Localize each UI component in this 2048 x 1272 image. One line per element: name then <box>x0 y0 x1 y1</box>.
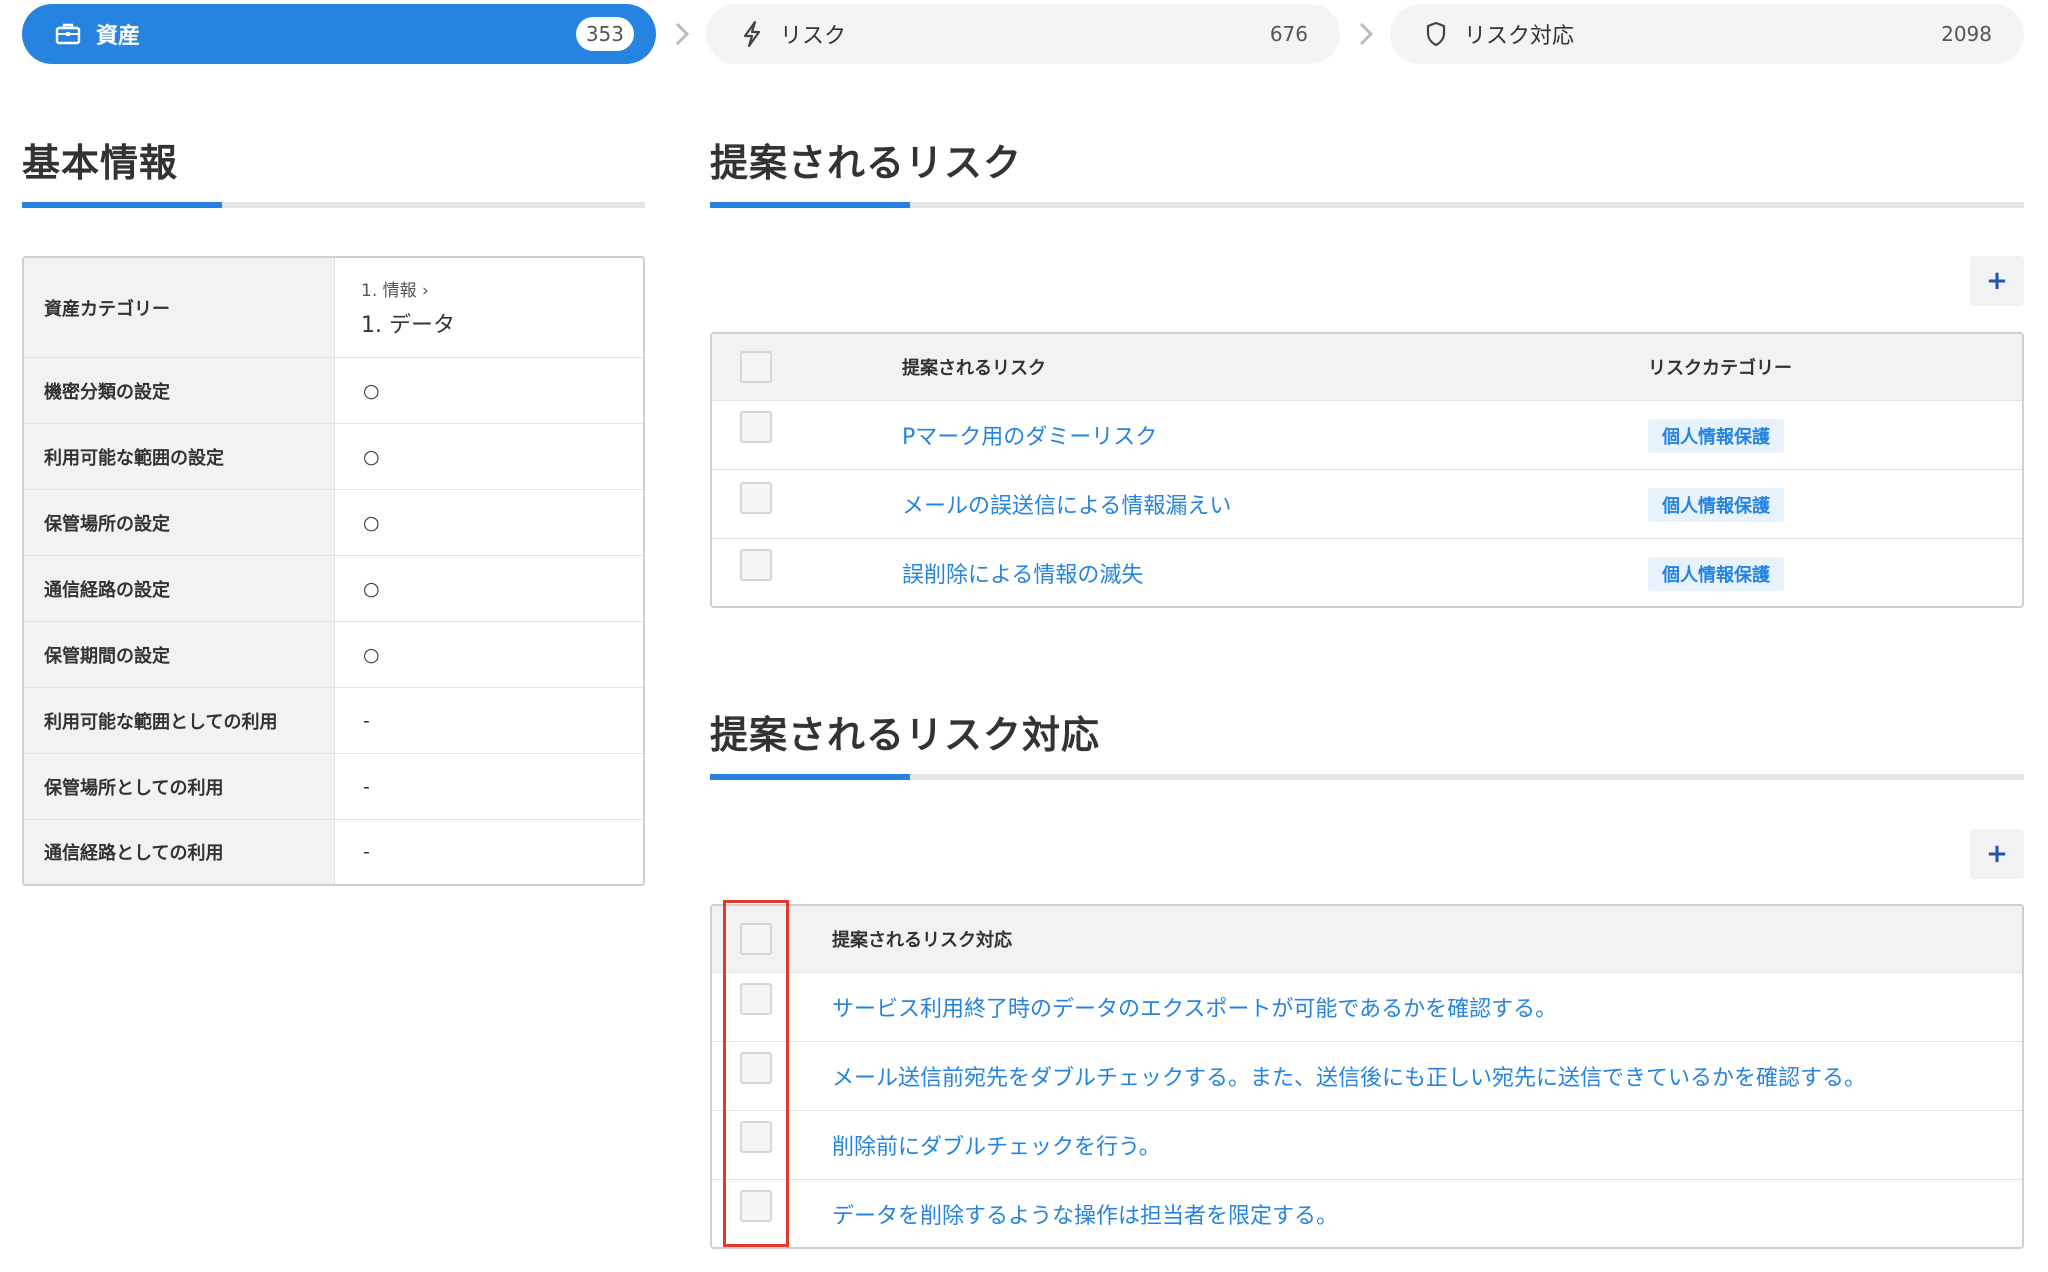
info-row: 資産カテゴリー 1. 情報 › 1. データ <box>24 258 643 357</box>
step-count-badge: 353 <box>575 17 634 51</box>
row-checkbox[interactable] <box>740 549 772 581</box>
table-row: メールの誤送信による情報漏えい 個人情報保護 <box>712 469 2022 538</box>
chevron-right-icon: › <box>422 281 429 301</box>
measure-link[interactable]: データを削除するような操作は担当者を限定する。 <box>832 1198 1338 1230</box>
table-row: データを削除するような操作は担当者を限定する。 <box>712 1179 2022 1247</box>
step-label: 資産 <box>96 24 141 49</box>
risk-link[interactable]: メールの誤送信による情報漏えい <box>902 488 1231 520</box>
info-value: ○ <box>334 424 643 489</box>
info-row: 通信経路としての利用 - <box>24 819 643 884</box>
category-parent: 1. 情報 <box>361 281 417 301</box>
info-value: - <box>334 688 643 753</box>
risk-link[interactable]: 誤削除による情報の滅失 <box>902 557 1143 589</box>
info-key: 利用可能な範囲の設定 <box>24 424 334 489</box>
info-key: 保管場所の設定 <box>24 490 334 555</box>
info-row: 保管場所の設定 ○ <box>24 489 643 555</box>
row-checkbox[interactable] <box>740 411 772 443</box>
add-measure-button[interactable]: + <box>1970 829 2024 879</box>
step-label: リスク <box>780 24 847 49</box>
suggested-measures-title: 提案されるリスク対応 <box>710 713 1101 757</box>
section-divider <box>22 202 645 208</box>
table-header-row: 提案されるリスク リスクカテゴリー <box>712 334 2022 400</box>
briefcase-icon <box>54 20 82 48</box>
category-value: 1. データ <box>361 313 455 338</box>
info-key: 資産カテゴリー <box>24 258 334 357</box>
measure-link[interactable]: サービス利用終了時のデータのエクスポートが可能であるかを確認する。 <box>832 991 1557 1023</box>
category-tag: 個人情報保護 <box>1648 419 1784 453</box>
step-label: リスク対応 <box>1464 24 1575 49</box>
column-header: 提案されるリスク対応 <box>832 930 1012 951</box>
shield-icon <box>1422 20 1450 48</box>
info-row: 機密分類の設定 ○ <box>24 357 643 423</box>
info-row: 利用可能な範囲としての利用 - <box>24 687 643 753</box>
info-key: 保管場所としての利用 <box>24 754 334 819</box>
basic-info-table: 資産カテゴリー 1. 情報 › 1. データ 機密分類の設定 ○ 利用可能な範囲… <box>22 256 645 886</box>
add-risk-button[interactable]: + <box>1970 256 2024 306</box>
chevron-right-icon <box>1359 22 1374 46</box>
suggested-risks-table: 提案されるリスク リスクカテゴリー Pマーク用のダミーリスク 個人情報保護 メー… <box>710 332 2024 608</box>
table-header-row: 提案されるリスク対応 <box>712 906 2022 972</box>
table-row: サービス利用終了時のデータのエクスポートが可能であるかを確認する。 <box>712 972 2022 1041</box>
basic-info-title: 基本情報 <box>22 141 179 185</box>
info-row: 保管場所としての利用 - <box>24 753 643 819</box>
info-value: - <box>334 754 643 819</box>
measure-link[interactable]: 削除前にダブルチェックを行う。 <box>832 1129 1161 1161</box>
info-row: 保管期間の設定 ○ <box>24 621 643 687</box>
row-checkbox[interactable] <box>740 482 772 514</box>
info-key: 機密分類の設定 <box>24 358 334 423</box>
step-count-badge: 676 <box>1269 22 1308 46</box>
table-row: Pマーク用のダミーリスク 個人情報保護 <box>712 400 2022 469</box>
risk-link[interactable]: Pマーク用のダミーリスク <box>902 419 1157 451</box>
info-value: ○ <box>334 622 643 687</box>
info-row: 通信経路の設定 ○ <box>24 555 643 621</box>
measure-link[interactable]: メール送信前宛先をダブルチェックする。また、送信後にも正しい宛先に送信できている… <box>832 1060 1866 1092</box>
column-header: 提案されるリスク <box>902 358 1046 379</box>
info-value: ○ <box>334 358 643 423</box>
lightning-icon <box>738 20 766 48</box>
info-key: 利用可能な範囲としての利用 <box>24 688 334 753</box>
category-tag: 個人情報保護 <box>1648 488 1784 522</box>
section-divider <box>710 202 2024 208</box>
suggested-measures-table: 提案されるリスク対応 サービス利用終了時のデータのエクスポートが可能であるかを確… <box>710 904 2024 1249</box>
section-divider <box>710 774 2024 780</box>
table-row: 誤削除による情報の滅失 個人情報保護 <box>712 538 2022 606</box>
info-key: 通信経路の設定 <box>24 556 334 621</box>
suggested-risks-title: 提案されるリスク <box>710 141 1023 185</box>
table-row: メール送信前宛先をダブルチェックする。また、送信後にも正しい宛先に送信できている… <box>712 1041 2022 1110</box>
info-value: - <box>334 820 643 884</box>
table-row: 削除前にダブルチェックを行う。 <box>712 1110 2022 1179</box>
info-value: 1. 情報 › 1. データ <box>334 258 643 357</box>
select-all-checkbox[interactable] <box>740 351 772 383</box>
column-header: リスクカテゴリー <box>1648 358 1792 379</box>
info-row: 利用可能な範囲の設定 ○ <box>24 423 643 489</box>
breadcrumb[interactable]: 1. 情報 › <box>361 276 429 301</box>
category-tag: 個人情報保護 <box>1648 557 1784 591</box>
chevron-right-icon <box>675 22 690 46</box>
info-value: ○ <box>334 490 643 555</box>
info-value: ○ <box>334 556 643 621</box>
step-count-badge: 2098 <box>1941 22 1992 46</box>
info-key: 保管期間の設定 <box>24 622 334 687</box>
checkbox-column-highlight <box>723 900 789 1247</box>
step-assets[interactable]: 資産 353 <box>22 4 656 64</box>
info-key: 通信経路としての利用 <box>24 820 334 884</box>
step-measures[interactable]: リスク対応 2098 <box>1390 4 2024 64</box>
step-risks[interactable]: リスク 676 <box>706 4 1340 64</box>
